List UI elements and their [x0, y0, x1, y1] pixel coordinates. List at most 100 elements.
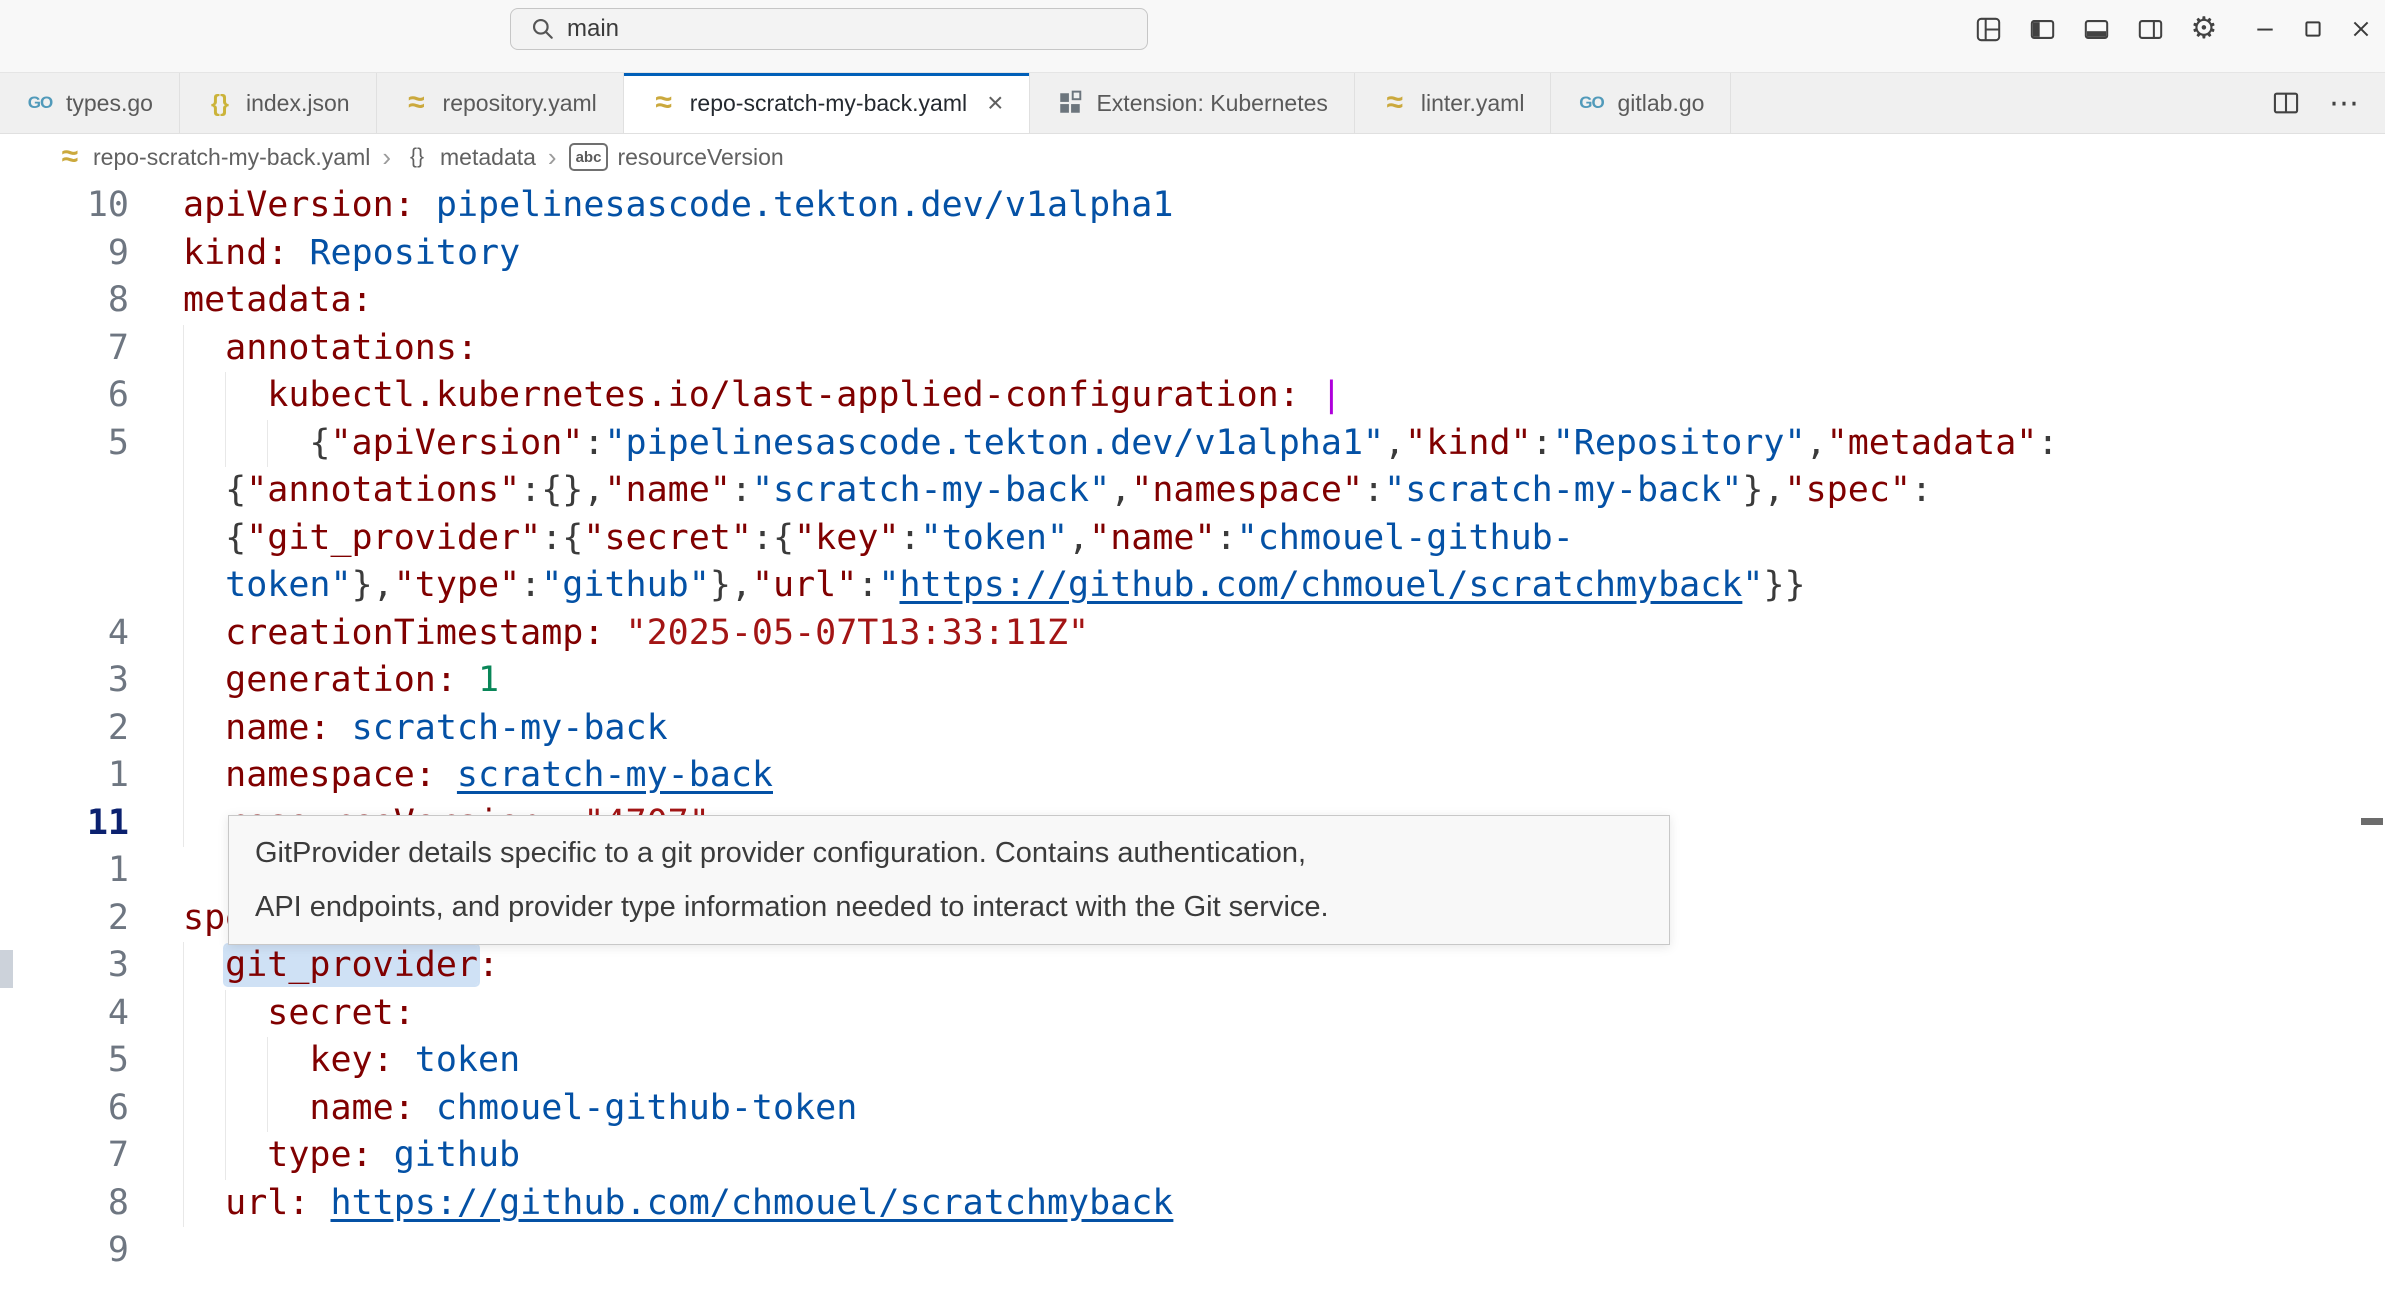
code-line[interactable]: 3 generation: 1: [0, 657, 2385, 705]
code-text: url: https://github.com/chmouel/scratchm…: [225, 1180, 1173, 1228]
tab-linter-yaml[interactable]: ≈linter.yaml: [1355, 73, 1552, 133]
line-number[interactable]: 8: [0, 277, 129, 325]
extension-icon: [1056, 89, 1084, 117]
code-line[interactable]: 7type: github: [0, 1132, 2385, 1180]
tab-close-icon[interactable]: ×: [987, 89, 1003, 117]
line-number[interactable]: 11: [0, 800, 129, 848]
line-number[interactable]: 5: [0, 1037, 129, 1085]
tab-types-go[interactable]: GO types.go: [0, 73, 180, 133]
code-line[interactable]: 4 secret:: [0, 990, 2385, 1038]
code-line[interactable]: 4 creationTimestamp: "2025-05-07T13:33:11…: [0, 610, 2385, 658]
breadcrumb-label: repo-scratch-my-back.yaml: [93, 144, 370, 171]
breadcrumb-separator: ›: [380, 142, 393, 173]
code-text: generation: 1: [225, 657, 499, 705]
tab-label: Extension: Kubernetes: [1096, 90, 1327, 117]
code-line[interactable]: 9 kind: Repository: [0, 230, 2385, 278]
code-line[interactable]: {"annotations":{},"name":"scratch-my-bac…: [0, 467, 2385, 515]
toggle-secondary-sidebar-icon[interactable]: [2133, 12, 2167, 46]
customize-layout-icon[interactable]: [1971, 12, 2005, 46]
code-line[interactable]: 9: [0, 1227, 2385, 1275]
code-text: secret:: [267, 990, 415, 1038]
line-number[interactable]: 6: [0, 372, 129, 420]
minimize-button[interactable]: [2251, 12, 2279, 46]
maximize-button[interactable]: [2299, 12, 2327, 46]
code-line[interactable]: 5{"apiVersion":"pipelinesascode.tekton.d…: [0, 420, 2385, 468]
indent-guide: [183, 942, 184, 990]
toggle-panel-icon[interactable]: [2079, 12, 2113, 46]
close-button[interactable]: [2347, 12, 2375, 46]
titlebar-actions: ⚙: [1971, 0, 2375, 58]
tab-index-json[interactable]: {}index.json: [180, 73, 377, 133]
tab-label: linter.yaml: [1421, 90, 1525, 117]
indent-guide: [225, 1132, 226, 1180]
tab-label: gitlab.go: [1617, 90, 1704, 117]
indent-guide: [183, 657, 184, 705]
breadcrumb-item-repo-scratch-my-back-yaml[interactable]: ≈repo-scratch-my-back.yaml: [56, 143, 370, 171]
editor-actions: ⋯: [2269, 73, 2385, 133]
code-text: name: chmouel-github-token: [309, 1085, 857, 1133]
code-text: metadata:: [183, 277, 373, 325]
line-number[interactable]: 7: [0, 1132, 129, 1180]
line-number[interactable]: 2: [0, 705, 129, 753]
tab-label: types.go: [66, 90, 153, 117]
line-number[interactable]: 9: [0, 230, 129, 278]
tooltip-text-line2: API endpoints, and provider type informa…: [255, 880, 1643, 934]
line-number[interactable]: 2: [0, 895, 129, 943]
line-number[interactable]: 8: [0, 1180, 129, 1228]
yaml-file-icon: ≈: [403, 89, 431, 117]
line-number[interactable]: 5: [0, 420, 129, 468]
tab-repository-yaml[interactable]: ≈repository.yaml: [377, 73, 624, 133]
line-number[interactable]: 3: [0, 657, 129, 705]
code-line[interactable]: 1namespace: scratch-my-back: [0, 752, 2385, 800]
code-link[interactable]: https://github.com/chmouel/scratchmyback: [899, 565, 1742, 605]
code-line[interactable]: 6 name: chmouel-github-token: [0, 1085, 2385, 1133]
code-text: kind: Repository: [183, 230, 520, 278]
code-line[interactable]: 7annotations:: [0, 325, 2385, 373]
line-number[interactable]: 6: [0, 1085, 129, 1133]
tab-label: repo-scratch-my-back.yaml: [690, 90, 967, 117]
line-number[interactable]: 3: [0, 942, 129, 990]
code-text: git_provider:: [225, 942, 499, 990]
line-number[interactable]: 1: [0, 752, 129, 800]
split-editor-button[interactable]: [2269, 86, 2303, 120]
tab-bar: GO types.go {}index.json≈repository.yaml≈ r…: [0, 73, 2385, 134]
tab-extension-kubernetes[interactable]: Extension: Kubernetes: [1030, 73, 1354, 133]
line-number[interactable]: 4: [0, 610, 129, 658]
code-line[interactable]: 6 kubectl.kubernetes.io/last-applied-conf…: [0, 372, 2385, 420]
code-line[interactable]: {"git_provider":{"secret":{"key":"token"…: [0, 515, 2385, 563]
line-number[interactable]: 7: [0, 325, 129, 373]
toggle-primary-sidebar-icon[interactable]: [2025, 12, 2059, 46]
command-center-search[interactable]: main: [510, 8, 1148, 50]
indent-guide: [267, 1085, 268, 1133]
code-text: {"git_provider":{"secret":{"key":"token"…: [225, 515, 1574, 563]
line-number[interactable]: 4: [0, 990, 129, 1038]
settings-gear-icon[interactable]: ⚙: [2187, 12, 2221, 46]
code-line[interactable]: 3 git_provider:: [0, 942, 2385, 990]
line-number[interactable]: 9: [0, 1227, 129, 1275]
code-link[interactable]: https://github.com/chmouel/scratchmyback: [331, 1183, 1174, 1223]
code-text: name: scratch-my-back: [225, 705, 668, 753]
indent-guide: [183, 800, 184, 848]
code-line[interactable]: 8 url: https://github.com/chmouel/scratch…: [0, 1180, 2385, 1228]
code-line[interactable]: 10apiVersion: pipelinesascode.tekton.dev…: [0, 182, 2385, 230]
tab-repo-scratch-my-back-yaml[interactable]: ≈repo-scratch-my-back.yaml×: [624, 73, 1031, 133]
code-line[interactable]: token"},"type":"github"},"url":"https://…: [0, 562, 2385, 610]
breadcrumb-item-metadata[interactable]: {}metadata: [403, 143, 536, 171]
code-text: kubectl.kubernetes.io/last-applied-confi…: [267, 372, 1342, 420]
go-file-icon: GO: [1577, 89, 1605, 117]
more-actions-button[interactable]: ⋯: [2329, 86, 2361, 121]
breadcrumb-item-resourceversion[interactable]: abcresourceVersion: [569, 143, 784, 171]
editor[interactable]: 10apiVersion: pipelinesascode.tekton.dev…: [0, 180, 2385, 1290]
code-line[interactable]: 8 metadata:: [0, 277, 2385, 325]
code-line[interactable]: 5key: token: [0, 1037, 2385, 1085]
code-text: token"},"type":"github"},"url":"https://…: [225, 562, 1805, 610]
indent-guide: [183, 752, 184, 800]
code-link[interactable]: scratch-my-back: [457, 755, 773, 795]
code-line[interactable]: 2 name: scratch-my-back: [0, 705, 2385, 753]
tab-gitlab-go[interactable]: GO gitlab.go: [1551, 73, 1731, 133]
line-number[interactable]: 1: [0, 847, 129, 895]
go-file-icon: GO: [26, 89, 54, 117]
word-highlight: git_provider: [225, 945, 478, 985]
code-text: creationTimestamp: "2025-05-07T13:33:11Z…: [225, 610, 1089, 658]
line-number[interactable]: 10: [0, 182, 129, 230]
